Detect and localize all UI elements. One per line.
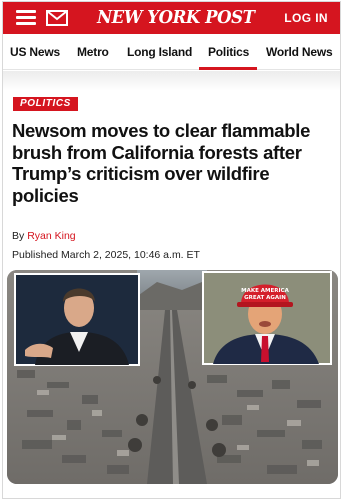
burned-neighborhood-photo: MAKE AMERICA GREAT AGAIN	[7, 270, 338, 484]
hero-image: MAKE AMERICA GREAT AGAIN	[7, 270, 338, 484]
hat-text-line1: MAKE AMERICA	[241, 288, 289, 294]
page-frame: NEW YORK POST LOG IN US News Metro Long …	[2, 1, 341, 499]
nav-item-world-news[interactable]: World News	[266, 45, 333, 59]
hat-text-line2: GREAT AGAIN	[244, 295, 286, 301]
separator	[3, 71, 340, 91]
login-button[interactable]: LOG IN	[284, 11, 328, 25]
nav-item-long-island[interactable]: Long Island	[127, 45, 192, 59]
nav-item-us-news[interactable]: US News	[10, 45, 60, 59]
article-headline: Newsom moves to clear flammable brush fr…	[12, 120, 311, 206]
section-tag[interactable]: POLITICS	[13, 97, 78, 111]
inset-photo-trump: MAKE AMERICA GREAT AGAIN	[202, 271, 332, 365]
active-nav-indicator	[199, 67, 257, 70]
hamburger-menu-icon[interactable]	[16, 10, 36, 26]
site-logo[interactable]: NEW YORK POST	[97, 5, 255, 30]
section-nav: US News Metro Long Island Politics World…	[3, 34, 340, 70]
nav-item-politics[interactable]: Politics	[208, 45, 249, 59]
byline-prefix: By	[12, 230, 25, 242]
top-header-bar: NEW YORK POST LOG IN	[3, 2, 340, 34]
publish-date: Published March 2, 2025, 10:46 a.m. ET	[12, 249, 200, 261]
mail-icon[interactable]	[46, 10, 68, 26]
author-link[interactable]: Ryan King	[27, 230, 75, 242]
nav-item-metro[interactable]: Metro	[77, 45, 109, 59]
inset-photo-newsom	[14, 273, 140, 366]
byline: By Ryan King	[12, 230, 76, 242]
